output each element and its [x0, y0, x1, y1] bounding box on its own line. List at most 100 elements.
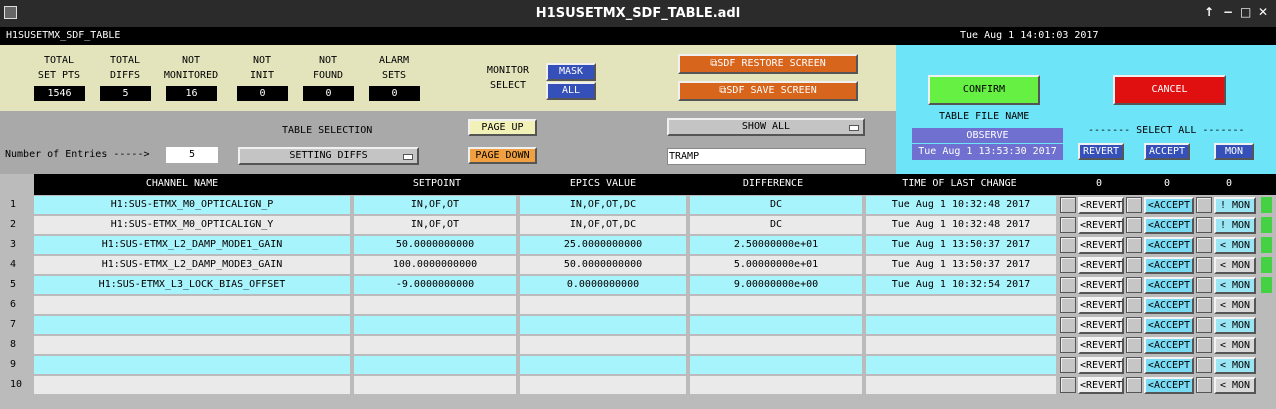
accept-button[interactable]: <ACCEPT	[1144, 317, 1194, 334]
mon-button[interactable]: < MON	[1214, 297, 1256, 314]
setpoint-cell: -9.0000000000	[354, 276, 516, 294]
accept-all-button[interactable]: ACCEPT	[1144, 143, 1190, 160]
mon-button[interactable]: < MON	[1214, 317, 1256, 334]
channel-name-cell	[34, 316, 350, 334]
revert-button[interactable]: <REVERT	[1078, 377, 1124, 394]
revert-button[interactable]: <REVERT	[1078, 357, 1124, 374]
difference-cell: DC	[690, 216, 862, 234]
accept-button[interactable]: <ACCEPT	[1144, 197, 1194, 214]
difference-cell: 5.00000000e+01	[690, 256, 862, 274]
revert-button[interactable]: <REVERT	[1078, 337, 1124, 354]
epics-value-cell: IN,OF,OT,DC	[520, 216, 686, 234]
channel-filter-input[interactable]	[667, 148, 866, 165]
time-last-change-cell	[866, 296, 1056, 314]
col-difference: DIFFERENCE	[742, 178, 804, 189]
channel-name-cell: H1:SUS-ETMX_M0_OPTICALIGN_Y	[34, 216, 350, 234]
mon-checkbox[interactable]	[1196, 257, 1212, 273]
table-selection-title: TABLE SELECTION	[282, 125, 373, 136]
revert-checkbox[interactable]	[1060, 377, 1076, 393]
sdf-save-screen-button[interactable]: ⧉SDF SAVE SCREEN	[678, 81, 858, 101]
mon-button[interactable]: < MON	[1214, 237, 1256, 254]
revert-checkbox[interactable]	[1060, 217, 1076, 233]
minimize-icon[interactable]: −	[1223, 5, 1233, 19]
revert-checkbox[interactable]	[1060, 297, 1076, 313]
revert-button[interactable]: <REVERT	[1078, 197, 1124, 214]
time-last-change-cell: Tue Aug 1 13:50:37 2017	[866, 256, 1056, 274]
revert-checkbox[interactable]	[1060, 237, 1076, 253]
mon-checkbox[interactable]	[1196, 217, 1212, 233]
revert-checkbox[interactable]	[1060, 257, 1076, 273]
maximize-icon[interactable]: □	[1240, 5, 1251, 19]
sdf-restore-screen-button[interactable]: ⧉SDF RESTORE SCREEN	[678, 54, 858, 74]
revert-button[interactable]: <REVERT	[1078, 257, 1124, 274]
window-title-bar[interactable]: H1SUSETMX_SDF_TABLE.adl ↑ − □ ✕	[0, 0, 1276, 27]
accept-checkbox[interactable]	[1126, 237, 1142, 253]
revert-checkbox[interactable]	[1060, 357, 1076, 373]
revert-button[interactable]: <REVERT	[1078, 237, 1124, 254]
page-up-button[interactable]: PAGE UP	[468, 119, 537, 136]
mon-all-button[interactable]: MON	[1214, 143, 1254, 160]
accept-button[interactable]: <ACCEPT	[1144, 257, 1194, 274]
revert-all-button[interactable]: REVERT	[1078, 143, 1124, 160]
revert-checkbox[interactable]	[1060, 197, 1076, 213]
revert-button[interactable]: <REVERT	[1078, 297, 1124, 314]
accept-checkbox[interactable]	[1126, 217, 1142, 233]
mon-checkbox[interactable]	[1196, 357, 1212, 373]
time-last-change-cell: Tue Aug 1 10:32:54 2017	[866, 276, 1056, 294]
show-filter-menu[interactable]: SHOW ALL	[667, 118, 865, 136]
right-panel: CONFIRM CANCEL TABLE FILE NAME OBSERVE T…	[896, 45, 1276, 174]
revert-button[interactable]: <REVERT	[1078, 217, 1124, 234]
table-row: 9 <REVERT <ACCEPT < MON	[0, 355, 1276, 375]
revert-checkbox[interactable]	[1060, 317, 1076, 333]
mon-checkbox[interactable]	[1196, 197, 1212, 213]
revert-button[interactable]: <REVERT	[1078, 317, 1124, 334]
mon-button[interactable]: ! MON	[1214, 197, 1256, 214]
mon-button[interactable]: < MON	[1214, 337, 1256, 354]
cancel-button[interactable]: CANCEL	[1113, 75, 1226, 105]
stat-not-found-label: NOT FOUND	[312, 55, 344, 81]
channel-name-cell: H1:SUS-ETMX_L2_DAMP_MODE3_GAIN	[34, 256, 350, 274]
revert-checkbox[interactable]	[1060, 277, 1076, 293]
table-selection-menu[interactable]: SETTING DIFFS	[238, 147, 419, 165]
accept-checkbox[interactable]	[1126, 357, 1142, 373]
accept-button[interactable]: <ACCEPT	[1144, 297, 1194, 314]
accept-checkbox[interactable]	[1126, 257, 1142, 273]
show-filter-value: SHOW ALL	[741, 121, 791, 132]
accept-button[interactable]: <ACCEPT	[1144, 357, 1194, 374]
page-down-button[interactable]: PAGE DOWN	[468, 147, 537, 164]
difference-cell	[690, 336, 862, 354]
number-of-entries-label: Number of Entries ----->	[5, 149, 150, 160]
mask-button[interactable]: MASK	[546, 63, 596, 81]
revert-button[interactable]: <REVERT	[1078, 277, 1124, 294]
menu-indicator-icon	[403, 154, 413, 160]
revert-checkbox[interactable]	[1060, 337, 1076, 353]
mon-button[interactable]: ! MON	[1214, 217, 1256, 234]
accept-button[interactable]: <ACCEPT	[1144, 337, 1194, 354]
accept-button[interactable]: <ACCEPT	[1144, 217, 1194, 234]
mon-checkbox[interactable]	[1196, 317, 1212, 333]
accept-button[interactable]: <ACCEPT	[1144, 277, 1194, 294]
accept-checkbox[interactable]	[1126, 297, 1142, 313]
stat-alarm-sets-label: ALARM SETS	[378, 55, 410, 81]
mon-checkbox[interactable]	[1196, 237, 1212, 253]
accept-checkbox[interactable]	[1126, 377, 1142, 393]
mon-button[interactable]: < MON	[1214, 377, 1256, 394]
confirm-button[interactable]: CONFIRM	[928, 75, 1040, 105]
mon-checkbox[interactable]	[1196, 377, 1212, 393]
all-button[interactable]: ALL	[546, 82, 596, 100]
accept-button[interactable]: <ACCEPT	[1144, 237, 1194, 254]
stat-total-setpts-label: TOTAL SET PTS	[37, 55, 81, 81]
accept-checkbox[interactable]	[1126, 317, 1142, 333]
mon-checkbox[interactable]	[1196, 337, 1212, 353]
accept-checkbox[interactable]	[1126, 337, 1142, 353]
mon-button[interactable]: < MON	[1214, 357, 1256, 374]
mon-checkbox[interactable]	[1196, 297, 1212, 313]
accept-checkbox[interactable]	[1126, 197, 1142, 213]
mon-button[interactable]: < MON	[1214, 277, 1256, 294]
accept-checkbox[interactable]	[1126, 277, 1142, 293]
mon-button[interactable]: < MON	[1214, 257, 1256, 274]
mon-checkbox[interactable]	[1196, 277, 1212, 293]
keep-above-icon[interactable]: ↑	[1204, 5, 1214, 19]
close-icon[interactable]: ✕	[1258, 5, 1268, 19]
accept-button[interactable]: <ACCEPT	[1144, 377, 1194, 394]
